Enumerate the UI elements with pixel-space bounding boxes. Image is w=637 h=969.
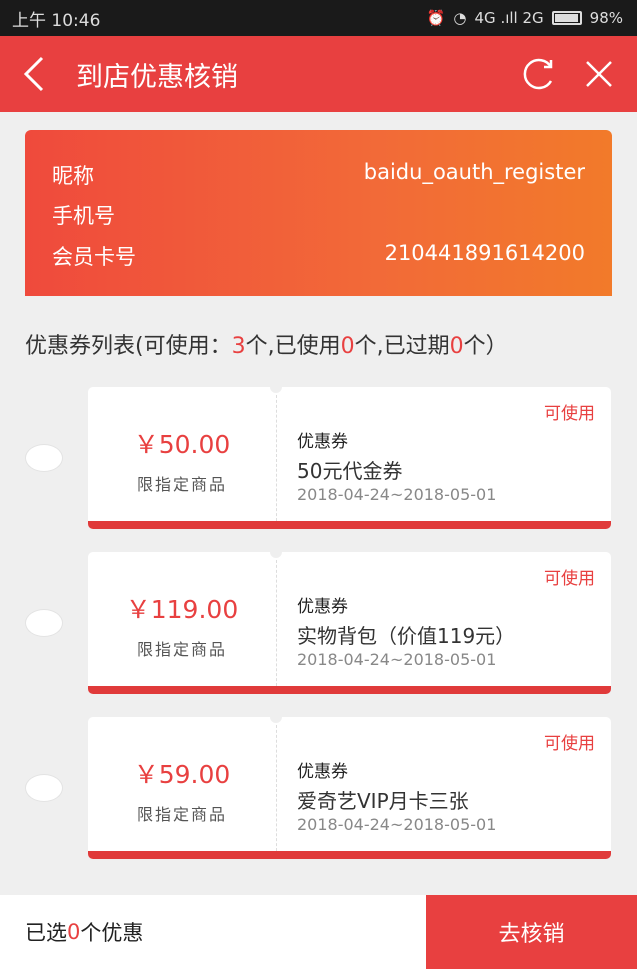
coupon-price: ￥50.00 (133, 430, 231, 459)
status-time: 上午 10:46 (12, 10, 101, 31)
nav-bar: 到店优惠核销 (0, 36, 637, 112)
coupon-status: 可使用 (544, 734, 595, 754)
coupon-price: ￥59.00 (133, 760, 231, 789)
coupon-status: 可使用 (544, 569, 595, 589)
member-card: 昵称 baidu_oauth_register 手机号 会员卡号 2104418… (25, 130, 612, 302)
selected-count: 已选 0 个优惠 (0, 895, 426, 969)
expired-count: 0 (449, 334, 464, 359)
close-icon (586, 61, 612, 87)
coupon-limit: 限指定商品 (136, 475, 227, 494)
coupon-type: 优惠券 (297, 432, 348, 452)
coupon-item[interactable]: ￥50.00 限指定商品 可使用 优惠券 50元代金券 2018-04-24~2… (0, 387, 637, 529)
bottom-bar: 已选 0 个优惠 去核销 (0, 895, 637, 969)
coupon-date: 2018-04-24~2018-05-01 (297, 485, 497, 504)
ticket-divider (276, 725, 277, 851)
alarm-icon: ⏰ (426, 9, 446, 27)
nickname-value: baidu_oauth_register (363, 160, 585, 184)
summary-suffix: 个） (463, 334, 508, 359)
status-icons: ⏰ ◔ 4G .ıll 2G 98% (427, 9, 623, 27)
card-scallop-edge (25, 290, 612, 302)
coupon-item[interactable]: ￥119.00 限指定商品 可使用 优惠券 实物背包（价值119元） 2018-… (0, 552, 637, 694)
ticket-divider (276, 560, 277, 686)
coupon-price: ￥119.00 (125, 595, 239, 624)
coupon-ticket[interactable]: ￥59.00 限指定商品 可使用 优惠券 爱奇艺VIP月卡三张 2018-04-… (88, 717, 611, 859)
coupon-info: 可使用 优惠券 爱奇艺VIP月卡三张 2018-04-24~2018-05-01 (297, 717, 611, 851)
refresh-icon (523, 58, 553, 90)
status-bar: 上午 10:46 ⏰ ◔ 4G .ıll 2G 98% (0, 0, 637, 36)
card-number-row: 会员卡号 210441891614200 (52, 241, 585, 271)
coupon-info: 可使用 优惠券 实物背包（价值119元） 2018-04-24~2018-05-… (297, 552, 611, 686)
coupon-status: 可使用 (544, 404, 595, 424)
phone-row: 手机号 (52, 200, 585, 230)
coupon-name: 50元代金券 (297, 459, 403, 483)
chevron-left-icon (23, 56, 44, 92)
coupon-info: 可使用 优惠券 50元代金券 2018-04-24~2018-05-01 (297, 387, 611, 521)
close-button[interactable] (569, 36, 629, 112)
summary-prefix: 优惠券列表(可使用： (25, 334, 232, 359)
coupon-item[interactable]: ￥59.00 限指定商品 可使用 优惠券 爱奇艺VIP月卡三张 2018-04-… (0, 717, 637, 859)
selected-prefix: 已选 (25, 921, 67, 945)
coupon-limit: 限指定商品 (136, 805, 227, 824)
nickname-row: 昵称 baidu_oauth_register (52, 160, 585, 190)
ticket-stripe (88, 521, 611, 529)
nickname-label: 昵称 (52, 164, 94, 188)
coupon-select-radio[interactable] (25, 609, 63, 637)
phone-label: 手机号 (52, 204, 115, 228)
selected-suffix: 个优惠 (80, 921, 144, 945)
used-count: 0 (340, 334, 355, 359)
summary-expired-label: 个,已过期 (354, 334, 450, 359)
back-button[interactable] (0, 36, 68, 112)
coupon-price-area: ￥59.00 限指定商品 (88, 717, 276, 851)
coupon-price-area: ￥50.00 限指定商品 (88, 387, 276, 521)
refresh-button[interactable] (509, 36, 569, 112)
summary-used-label: 个,已使用 (245, 334, 341, 359)
network-indicator: 4G .ıll 2G (474, 9, 544, 27)
coupon-summary: 优惠券列表(可使用：3个,已使用0个,已过期0个） (25, 328, 508, 360)
ticket-divider (276, 395, 277, 521)
coupon-ticket[interactable]: ￥119.00 限指定商品 可使用 优惠券 实物背包（价值119元） 2018-… (88, 552, 611, 694)
card-number-label: 会员卡号 (52, 245, 136, 269)
coupon-ticket[interactable]: ￥50.00 限指定商品 可使用 优惠券 50元代金券 2018-04-24~2… (88, 387, 611, 529)
battery-level: 98% (589, 9, 623, 27)
coupon-select-radio[interactable] (25, 444, 63, 472)
coupon-date: 2018-04-24~2018-05-01 (297, 815, 497, 834)
coupon-select-radio[interactable] (25, 774, 63, 802)
redeem-button[interactable]: 去核销 (426, 895, 637, 969)
coupon-type: 优惠券 (297, 762, 348, 782)
coupon-limit: 限指定商品 (136, 640, 227, 659)
coupon-price-area: ￥119.00 限指定商品 (88, 552, 276, 686)
ticket-stripe (88, 686, 611, 694)
coupon-name: 爱奇艺VIP月卡三张 (297, 789, 469, 813)
coupon-name: 实物背包（价值119元） (297, 624, 516, 648)
available-count: 3 (231, 334, 246, 359)
coupon-date: 2018-04-24~2018-05-01 (297, 650, 497, 669)
wifi-icon: ◔ (453, 9, 467, 27)
selected-number: 0 (67, 920, 81, 944)
ticket-stripe (88, 851, 611, 859)
page-title: 到店优惠核销 (76, 61, 238, 93)
coupon-type: 优惠券 (297, 597, 348, 617)
battery-icon (551, 11, 582, 25)
card-number-value: 210441891614200 (384, 241, 585, 265)
